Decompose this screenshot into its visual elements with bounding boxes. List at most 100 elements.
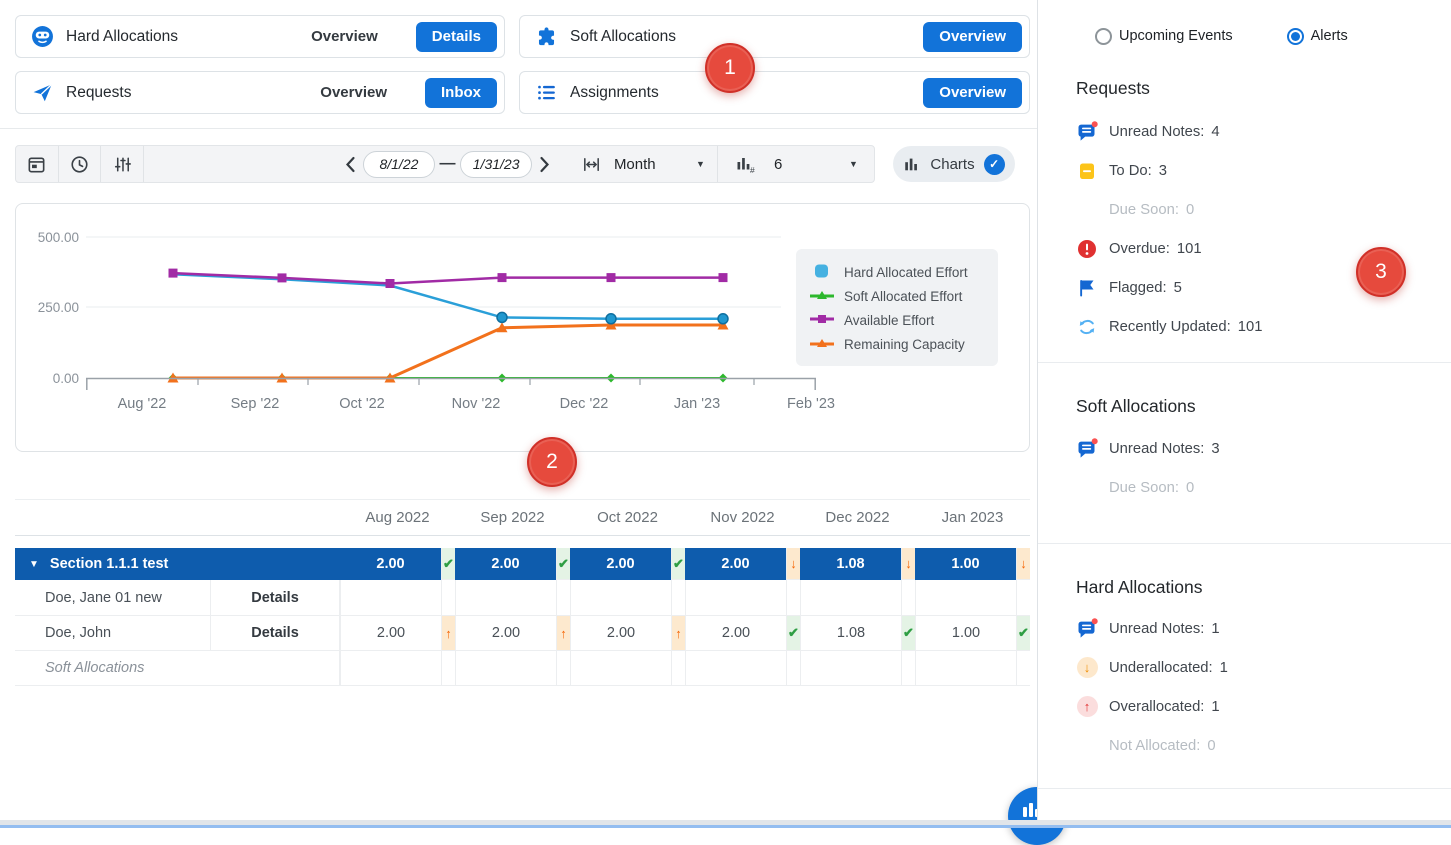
- assignments-overview-button[interactable]: Overview: [923, 78, 1022, 108]
- annotation-badge-2: 2: [527, 437, 577, 487]
- refresh-icon: [1076, 316, 1098, 338]
- month-column-header: Sep 2022: [455, 500, 570, 536]
- svg-text:#: #: [750, 165, 755, 175]
- alert-count: 4: [1211, 124, 1219, 140]
- month-column-header: Oct 2022: [570, 500, 685, 536]
- next-period-chevron[interactable]: [532, 146, 557, 182]
- alert-label: Recently Updated:: [1109, 319, 1231, 335]
- sidebar-alert-list: Unread Notes:4To Do:3Due Soon:0Overdue:1…: [1038, 112, 1451, 346]
- alert-label: Not Allocated:: [1109, 738, 1200, 754]
- alert-item[interactable]: To Do:3: [1038, 151, 1451, 190]
- charts-toggle-label: Charts: [930, 156, 974, 173]
- status-up-icon: ↑: [441, 616, 455, 651]
- overallocated-icon: ↑: [1076, 696, 1098, 718]
- status-check-icon: ✔: [901, 616, 915, 651]
- alert-count: 1: [1211, 699, 1219, 715]
- radio-alerts[interactable]: Alerts: [1287, 28, 1348, 45]
- sidebar-divider: [1038, 362, 1451, 363]
- status-empty-cell: [441, 651, 455, 686]
- sidebar-section-title: Hard Allocations: [1076, 577, 1451, 598]
- allocation-value-cell: [455, 651, 556, 686]
- allocation-value-cell: 1.08: [800, 616, 901, 651]
- alert-label: Unread Notes:: [1109, 621, 1204, 637]
- interval-value: Month: [614, 156, 656, 173]
- svg-text:Aug '22: Aug '22: [118, 396, 167, 412]
- status-empty-cell: [556, 651, 570, 686]
- alert-label: Overdue:: [1109, 241, 1170, 257]
- radio-upcoming-events[interactable]: Upcoming Events: [1095, 28, 1233, 45]
- status-check-icon: ✔: [671, 548, 685, 580]
- period-count-value: 6: [774, 156, 782, 173]
- allocation-value-cell: 2.00: [455, 616, 556, 651]
- section-value-cell: 2.00: [455, 548, 556, 580]
- alert-label: To Do:: [1109, 163, 1152, 179]
- sidebar-alert-list: Unread Notes:3Due Soon:0: [1038, 429, 1451, 507]
- no-icon: [1076, 199, 1098, 221]
- no-icon: [1076, 477, 1098, 499]
- hard-allocations-overview-link[interactable]: Overview: [311, 28, 378, 45]
- radio-label: Alerts: [1311, 28, 1348, 44]
- legend-item[interactable]: Hard Allocated Effort: [810, 260, 998, 284]
- clock-icon[interactable]: [59, 146, 101, 182]
- start-date-input[interactable]: [363, 151, 435, 178]
- requests-inbox-button[interactable]: Inbox: [425, 78, 497, 108]
- no-icon: [1076, 735, 1098, 757]
- legend-item[interactable]: Remaining Capacity: [810, 332, 998, 356]
- status-up-icon: ↑: [671, 616, 685, 651]
- send-icon: [30, 81, 54, 105]
- legend-swatch-icon: [810, 312, 834, 329]
- status-empty-cell: [671, 651, 685, 686]
- legend-item[interactable]: Soft Allocated Effort: [810, 284, 998, 308]
- alert-label: Due Soon:: [1109, 480, 1179, 496]
- details-link[interactable]: Details: [210, 580, 340, 616]
- alert-item[interactable]: ↑Overallocated:1: [1038, 687, 1451, 726]
- interval-dropdown[interactable]: Month ▼: [569, 146, 717, 182]
- resource-name: Doe, Jane 01 new: [15, 580, 210, 616]
- svg-text:Dec '22: Dec '22: [560, 396, 609, 412]
- sidebar-section-title: Soft Allocations: [1076, 396, 1451, 417]
- alert-count: 1: [1220, 660, 1228, 676]
- legend-label: Soft Allocated Effort: [844, 289, 962, 304]
- allocation-value-cell: [340, 651, 441, 686]
- section-row-header[interactable]: ▼Section 1.1.1 test: [15, 548, 340, 580]
- radio-icon-selected: [1287, 28, 1304, 45]
- soft-allocations-card: Soft Allocations Overview: [519, 15, 1030, 58]
- month-column-header: Dec 2022: [800, 500, 915, 536]
- sidebar-divider: [1038, 788, 1451, 789]
- alert-item[interactable]: ↓ Underallocated: 1: [1038, 648, 1451, 687]
- legend-item[interactable]: Available Effort: [810, 308, 998, 332]
- radio-label: Upcoming Events: [1119, 28, 1233, 44]
- filters-icon[interactable]: [101, 146, 143, 182]
- unread-notes-icon: [1076, 438, 1098, 460]
- svg-text:Oct '22: Oct '22: [339, 396, 384, 412]
- svg-text:Sep '22: Sep '22: [231, 396, 280, 412]
- svg-text:250.00: 250.00: [38, 300, 79, 315]
- requests-overview-link[interactable]: Overview: [320, 84, 387, 101]
- soft-allocations-group-row: Soft Allocations: [15, 651, 340, 686]
- hard-allocations-details-button[interactable]: Details: [416, 22, 497, 52]
- window-bottom-edge: [0, 820, 1451, 828]
- alert-label: Underallocated:: [1109, 660, 1213, 676]
- details-link[interactable]: Details: [210, 616, 340, 651]
- alert-item[interactable]: Recently Updated:101: [1038, 307, 1451, 346]
- sidebar-section-title: Requests: [1076, 78, 1451, 99]
- period-count-dropdown[interactable]: # 6 ▼: [718, 146, 874, 182]
- alert-item[interactable]: Unread Notes:1: [1038, 609, 1451, 648]
- alert-item[interactable]: Unread Notes:4: [1038, 112, 1451, 151]
- alert-item[interactable]: Unread Notes:3: [1038, 429, 1451, 468]
- date-range-separator: —: [435, 155, 460, 173]
- alert-count: 0: [1186, 202, 1194, 218]
- collapse-caret-icon[interactable]: ▼: [29, 559, 39, 570]
- unread-notes-icon: [1076, 121, 1098, 143]
- calendar-icon[interactable]: [16, 146, 58, 182]
- card-title: Assignments: [570, 84, 659, 102]
- status-empty-cell: [901, 580, 915, 616]
- prev-period-chevron[interactable]: [338, 146, 363, 182]
- allocation-value-cell: [455, 580, 556, 616]
- alert-label: Unread Notes:: [1109, 441, 1204, 457]
- requests-card: Requests Overview Inbox: [15, 71, 505, 114]
- charts-toggle[interactable]: Charts ✓: [893, 146, 1015, 182]
- soft-allocations-overview-button[interactable]: Overview: [923, 22, 1022, 52]
- underallocated-icon: ↓: [1076, 657, 1098, 679]
- end-date-input[interactable]: [460, 151, 532, 178]
